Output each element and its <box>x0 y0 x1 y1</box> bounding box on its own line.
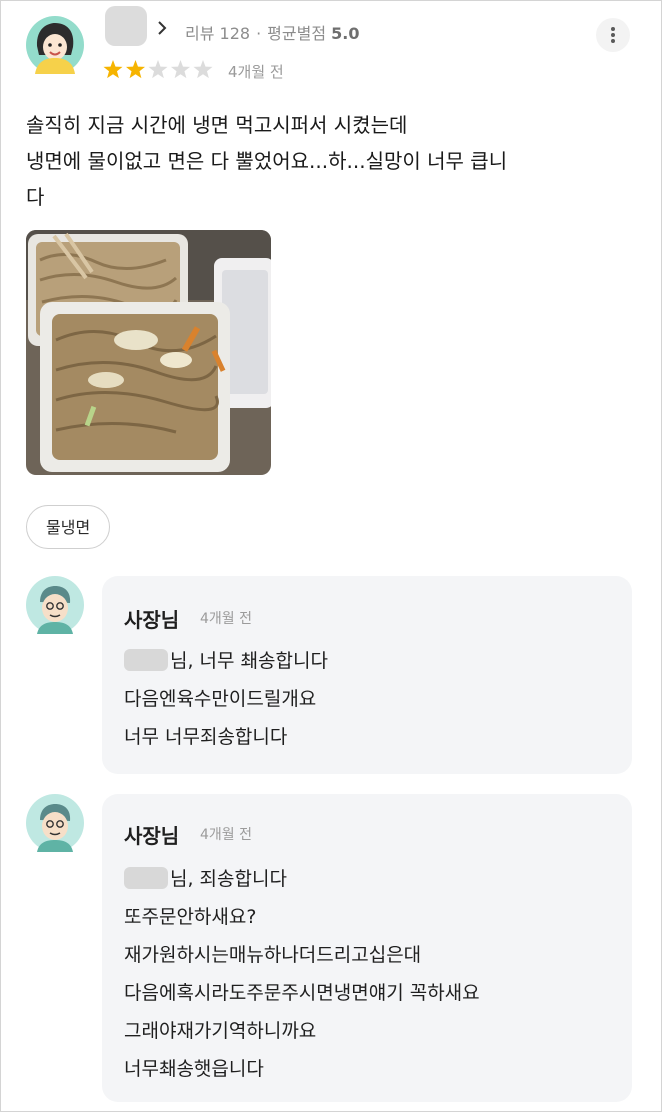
review-line: 솔직히 지금 시간에 냉면 먹고시퍼서 시켰는데 <box>26 113 408 137</box>
rating-stars <box>103 60 213 79</box>
user-avatar-icon[interactable] <box>26 16 84 74</box>
more-options-button[interactable] <box>596 18 630 52</box>
reply-line: 님, 죄송합니다 <box>170 868 287 890</box>
review-time: 4개월 전 <box>228 63 284 81</box>
reviewer-stats: 리뷰 128 · 평균별점 5.0 <box>185 24 360 43</box>
star-icon <box>170 60 191 79</box>
star-icon <box>148 60 168 79</box>
review-line: 냉면에 물이없고 면은 다 뿔었어요...하...실망이 너무 큽니 <box>26 149 508 173</box>
star-icon <box>125 60 146 79</box>
reply-line: 너무 너무죄송합니다 <box>124 726 288 748</box>
reply-line: 재가원하시는매뉴하나더드리고십은대 <box>124 944 422 966</box>
reply-body: 님, 너무 쵀송합니다 다음엔육수만이드릴개요 너무 너무죄송합니다 <box>124 642 328 756</box>
menu-tag[interactable]: 물냉면 <box>26 505 111 549</box>
customer-name-blurred <box>124 649 168 671</box>
chevron-right-icon[interactable] <box>154 20 170 36</box>
reply-line: 님, 너무 쵀송합니다 <box>170 650 328 672</box>
reply-line: 다음에혹시라도주문주시면냉면얘기 꼭하새요 <box>124 982 480 1004</box>
more-vertical-icon <box>611 27 615 31</box>
star-icon <box>193 60 213 79</box>
owner-name: 사장님 <box>124 824 180 848</box>
reply-line: 다음엔육수만이드릴개요 <box>124 688 317 710</box>
customer-name-blurred <box>124 867 168 889</box>
owner-avatar-icon <box>26 576 84 634</box>
reviewer-name-blurred[interactable] <box>105 6 147 46</box>
review-count: 리뷰 128 <box>185 24 251 43</box>
reply-line: 또주문안하새요? <box>124 906 257 928</box>
owner-name: 사장님 <box>124 608 180 632</box>
reply-line: 그래야재가기역하니까요 <box>124 1020 317 1042</box>
owner-reply: 사장님 4개월 전 님, 죄송합니다 또주문안하새요? 재가원하시는매뉴하나더드… <box>102 794 632 1102</box>
review-photo[interactable] <box>26 230 271 475</box>
review-line: 다 <box>26 185 45 209</box>
owner-reply: 사장님 4개월 전 님, 너무 쵀송합니다 다음엔육수만이드릴개요 너무 너무죄… <box>102 576 632 774</box>
reply-line: 너무쵀송햇읍니다 <box>124 1058 264 1080</box>
review-body: 솔직히 지금 시간에 냉면 먹고시퍼서 시켰는데 냉면에 물이없고 면은 다 뿔… <box>26 107 631 215</box>
reply-time: 4개월 전 <box>200 827 252 843</box>
reply-body: 님, 죄송합니다 또주문안하새요? 재가원하시는매뉴하나더드리고십은대 다음에혹… <box>124 860 480 1088</box>
average-rating-label: 평균별점 <box>267 24 327 43</box>
owner-avatar-icon <box>26 794 84 852</box>
star-icon <box>103 60 123 79</box>
reply-time: 4개월 전 <box>200 611 252 627</box>
average-rating-value: 5.0 <box>331 24 360 43</box>
